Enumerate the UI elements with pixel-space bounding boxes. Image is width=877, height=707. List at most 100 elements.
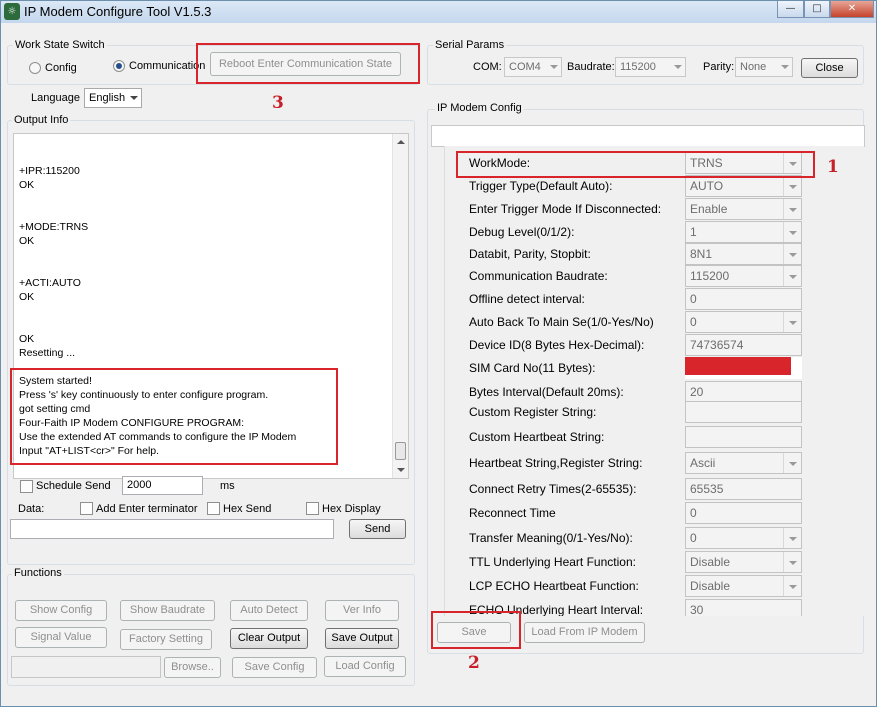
language-value: English	[89, 92, 126, 104]
config-input[interactable]: 30	[685, 599, 802, 616]
config-input[interactable]: 74736574	[685, 334, 802, 356]
config-row-label: Communication Baudrate:	[469, 269, 608, 283]
annotation-number-2: 2	[468, 653, 480, 673]
config-row-label: Debug Level(0/1/2):	[469, 225, 575, 239]
baudrate-select[interactable]: 115200	[615, 57, 686, 77]
maximize-button[interactable]: □	[804, 1, 830, 18]
save-output-button[interactable]: Save Output	[325, 628, 399, 649]
output-line: OK	[19, 179, 35, 191]
com-port-select[interactable]: COM4	[504, 57, 562, 77]
redacted-value	[685, 357, 791, 375]
annotation-box-workmode	[456, 151, 815, 178]
load-config-button[interactable]: Load Config	[324, 656, 406, 677]
output-line: OK	[19, 291, 35, 303]
config-value: Ascii	[690, 456, 716, 470]
config-select[interactable]: Disable	[685, 551, 802, 573]
functions-label: Functions	[12, 567, 64, 579]
parity-select[interactable]: None	[735, 57, 793, 77]
browse-button[interactable]: Browse..	[164, 657, 221, 678]
communication-radio-label[interactable]: Communication	[129, 60, 205, 72]
config-row-label: Auto Back To Main Se(1/0-Yes/No)	[469, 315, 654, 329]
config-select[interactable]: AUTO	[685, 175, 802, 197]
ver-info-button[interactable]: Ver Info	[325, 600, 399, 621]
config-select[interactable]: Disable	[685, 575, 802, 597]
load-from-modem-button[interactable]: Load From IP Modem	[524, 622, 645, 643]
baudrate-label: Baudrate:	[567, 61, 615, 73]
chevron-down-icon	[674, 65, 682, 69]
show-config-button[interactable]: Show Config	[15, 600, 107, 621]
config-value: Disable	[690, 579, 731, 593]
scroll-up-icon[interactable]	[397, 140, 405, 144]
config-select[interactable]: 115200	[685, 265, 802, 287]
config-value: Disable	[690, 555, 731, 569]
config-select[interactable]: Ascii	[685, 452, 802, 474]
app-window: ☼ IP Modem Configure Tool V1.5.3 — □ ✕ W…	[0, 0, 877, 707]
data-input[interactable]	[10, 519, 334, 539]
sim-card-input[interactable]	[685, 357, 802, 379]
config-row-label: Trigger Type(Default Auto):	[469, 179, 613, 193]
scroll-thumb[interactable]	[395, 442, 406, 460]
config-select[interactable]: 0	[685, 311, 802, 333]
config-value: 30	[690, 603, 704, 616]
parity-value: None	[740, 61, 767, 73]
save-config-button[interactable]: Save Config	[232, 657, 317, 678]
language-select[interactable]: English	[84, 88, 142, 108]
chevron-down-icon	[789, 185, 797, 189]
config-row-label: Enter Trigger Mode If Disconnected:	[469, 202, 662, 216]
window-title: IP Modem Configure Tool V1.5.3	[24, 4, 212, 19]
config-input[interactable]: 0	[685, 288, 802, 310]
communication-radio[interactable]	[113, 60, 125, 72]
config-row-label: Reconnect Time	[469, 506, 556, 520]
data-label: Data:	[18, 503, 45, 515]
config-input[interactable]: 20	[685, 381, 802, 403]
minimize-button[interactable]: —	[777, 1, 804, 18]
chevron-down-icon	[789, 537, 797, 541]
serial-params-label: Serial Params	[433, 39, 507, 51]
config-radio[interactable]	[29, 62, 41, 74]
hex-display-checkbox[interactable]	[306, 502, 319, 515]
clear-output-button[interactable]: Clear Output	[230, 628, 308, 649]
output-line: +MODE:TRNS	[19, 221, 89, 233]
config-file-path-input[interactable]	[11, 656, 161, 678]
output-info-label: Output Info	[12, 114, 71, 126]
schedule-send-label: Schedule Send	[36, 480, 111, 492]
add-enter-checkbox[interactable]	[80, 502, 93, 515]
config-input[interactable]: 0	[685, 502, 802, 524]
work-state-label: Work State Switch	[13, 39, 107, 51]
config-input[interactable]: 65535	[685, 478, 802, 500]
config-scrollbar[interactable]	[848, 146, 864, 616]
com-label: COM:	[473, 61, 502, 73]
config-select[interactable]: 1	[685, 221, 802, 243]
factory-setting-button[interactable]: Factory Setting	[120, 629, 212, 650]
title-bar: ☼ IP Modem Configure Tool V1.5.3 — □ ✕	[1, 1, 876, 23]
show-baudrate-button[interactable]: Show Baudrate	[120, 600, 215, 621]
config-input[interactable]	[685, 426, 802, 448]
config-select[interactable]: 0	[685, 527, 802, 549]
chevron-down-icon	[789, 253, 797, 257]
config-row-label: LCP ECHO Heartbeat Function:	[469, 579, 639, 593]
config-row-label: Custom Heartbeat String:	[469, 430, 605, 444]
config-row-label: TTL Underlying Heart Function:	[469, 555, 636, 569]
config-row-label: Custom Register String:	[469, 405, 597, 419]
com-port-value: COM4	[509, 61, 541, 73]
config-radio-label[interactable]: Config	[45, 62, 77, 74]
ms-label: ms	[220, 480, 235, 492]
annotation-box-output	[10, 368, 338, 465]
output-scrollbar[interactable]	[392, 134, 408, 478]
window-close-button[interactable]: ✕	[830, 1, 874, 18]
output-line: OK	[19, 235, 35, 247]
scroll-down-icon[interactable]	[397, 468, 405, 472]
ip-modem-config-label: IP Modem Config	[435, 102, 524, 114]
signal-value-button[interactable]: Signal Value	[15, 627, 107, 648]
schedule-interval-input[interactable]: 2000	[122, 476, 203, 495]
auto-detect-button[interactable]: Auto Detect	[230, 600, 308, 621]
chevron-down-icon	[789, 208, 797, 212]
hex-send-checkbox[interactable]	[207, 502, 220, 515]
schedule-send-checkbox[interactable]	[20, 480, 33, 493]
config-input[interactable]	[685, 401, 802, 423]
config-select[interactable]: 8N1	[685, 243, 802, 265]
config-row-label: Bytes Interval(Default 20ms):	[469, 385, 624, 399]
serial-close-button[interactable]: Close	[801, 58, 858, 78]
config-select[interactable]: Enable	[685, 198, 802, 220]
send-button[interactable]: Send	[349, 519, 406, 539]
